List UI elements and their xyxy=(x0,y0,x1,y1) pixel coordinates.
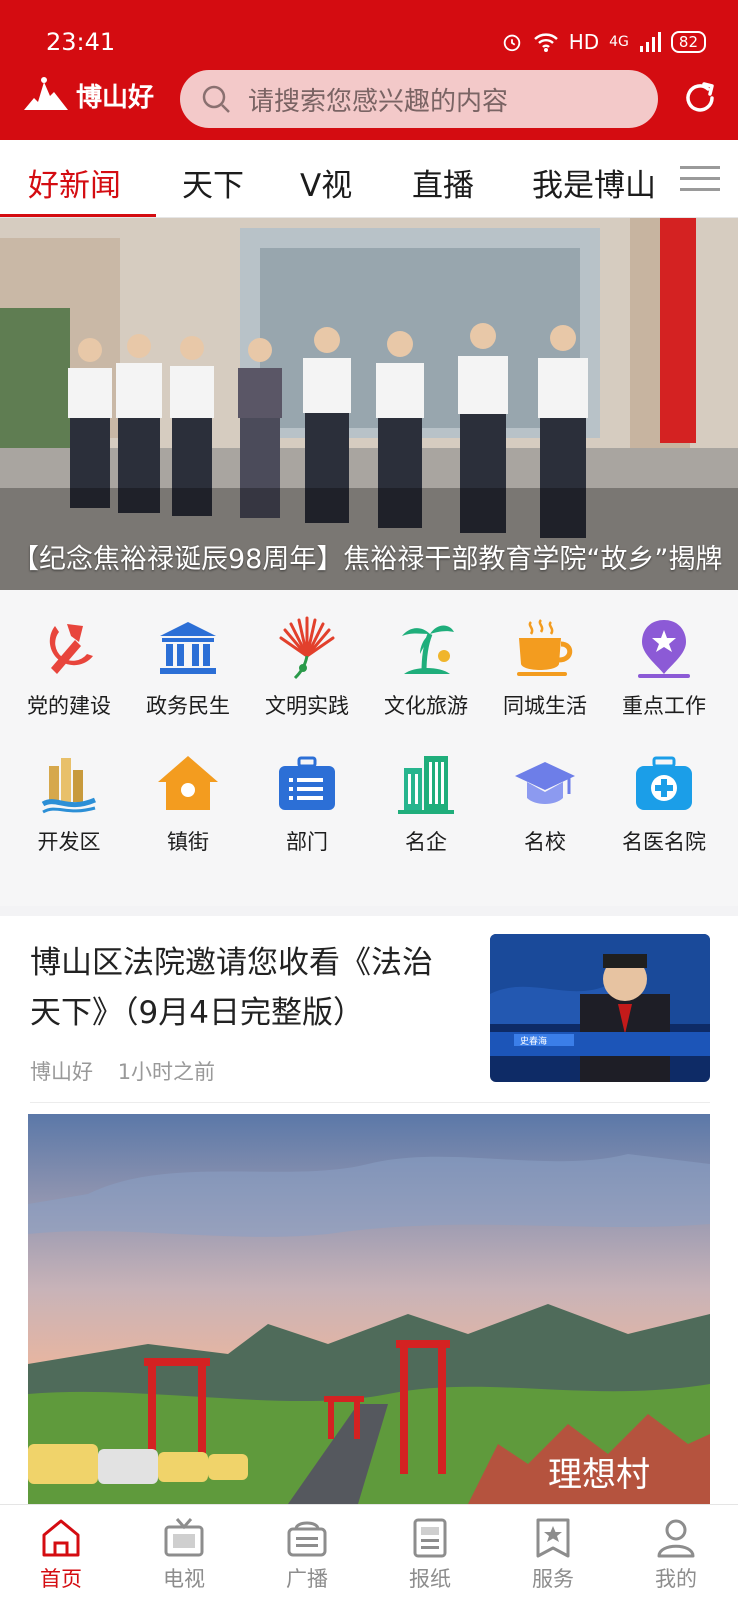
feature-image-photo: 理想村 xyxy=(28,1114,710,1504)
active-tab-indicator xyxy=(0,214,156,217)
grid-label: 名校 xyxy=(524,830,566,854)
civilization-icon xyxy=(279,616,335,680)
district-icon xyxy=(41,758,96,814)
grid-item-government[interactable]: 政务民生 xyxy=(127,616,249,720)
grid-label: 重点工作 xyxy=(622,694,706,718)
app-header: 23:41 HD 4G 82 博山好 请搜索您感兴趣的内容 xyxy=(0,0,738,140)
category-grid: 党的建设 政务民生 文明实践 文化旅游 同城生活 重点工作 开发区 镇街 部门 … xyxy=(0,590,738,906)
signal-type: 4G xyxy=(609,34,629,50)
hero-caption: 【纪念焦裕禄诞辰98周年】焦裕禄干部教育学院“故乡”揭牌 xyxy=(12,544,723,575)
grid-item-development-zone[interactable]: 开发区 xyxy=(8,752,130,856)
grid-label: 名医名院 xyxy=(622,830,706,854)
building-icon xyxy=(398,756,454,814)
news-thumbnail-image: 史春海 xyxy=(490,934,710,1082)
service-icon xyxy=(536,1518,570,1558)
status-icons: HD 4G 82 xyxy=(501,30,706,54)
nav-profile[interactable]: 我的 xyxy=(615,1515,737,1593)
feature-image[interactable]: 理想村 xyxy=(28,1114,710,1504)
grid-label: 政务民生 xyxy=(146,694,230,718)
grid-label: 党的建设 xyxy=(27,694,111,718)
grid-label: 部门 xyxy=(286,830,328,854)
search-bar[interactable]: 请搜索您感兴趣的内容 xyxy=(180,70,658,128)
home-icon xyxy=(42,1519,80,1557)
travel-icon xyxy=(402,625,454,674)
app-logo[interactable]: 博山好 xyxy=(22,76,154,114)
medical-icon xyxy=(636,756,692,810)
tab-live[interactable]: 直播 xyxy=(412,160,474,205)
coffee-icon xyxy=(517,619,573,676)
hero-image xyxy=(0,218,738,590)
logo-text: 博山好 xyxy=(76,82,155,113)
nav-label: 服务 xyxy=(532,1567,574,1591)
news-meta: 博山好 1小时之前 xyxy=(30,1056,233,1086)
wifi-icon xyxy=(533,33,558,52)
profile-icon xyxy=(657,1519,695,1558)
banner-text: 理想村 xyxy=(548,1456,650,1494)
grid-item-party[interactable]: 党的建设 xyxy=(8,616,130,720)
news-time: 1小时之前 xyxy=(117,1060,216,1084)
grid-item-department[interactable]: 部门 xyxy=(246,752,368,856)
grid-item-school[interactable]: 名校 xyxy=(484,752,606,856)
grid-label: 文明实践 xyxy=(265,694,349,718)
grid-item-town-street[interactable]: 镇街 xyxy=(127,752,249,856)
tab-i-am-boshan[interactable]: 我是博山 xyxy=(532,160,656,205)
nav-label: 首页 xyxy=(40,1567,82,1591)
government-icon xyxy=(160,622,216,674)
grid-item-enterprise[interactable]: 名企 xyxy=(365,752,487,856)
nav-tv[interactable]: 电视 xyxy=(123,1515,245,1593)
nav-service[interactable]: 服务 xyxy=(492,1515,614,1593)
refresh-icon[interactable] xyxy=(680,78,720,118)
nav-newspaper[interactable]: 报纸 xyxy=(369,1515,491,1593)
grid-label: 文化旅游 xyxy=(384,694,468,718)
location-icon xyxy=(638,620,690,678)
nav-label: 广播 xyxy=(286,1567,328,1591)
grid-item-civilization[interactable]: 文明实践 xyxy=(246,616,368,720)
signal-icon xyxy=(639,32,661,52)
grid-item-city-life[interactable]: 同城生活 xyxy=(484,616,606,720)
news-thumbnail[interactable]: 史春海 xyxy=(490,934,710,1082)
news-source: 博山好 xyxy=(30,1060,93,1084)
tab-world[interactable]: 天下 xyxy=(182,160,244,205)
briefcase-icon xyxy=(279,756,335,810)
mountain-logo-icon xyxy=(24,77,68,110)
tab-v-video[interactable]: V视 xyxy=(300,160,352,205)
bottom-navigation: 首页 电视 广播 报纸 服务 我的 xyxy=(0,1504,738,1600)
channel-menu-icon[interactable] xyxy=(680,164,720,194)
thumb-caption: 史春海 xyxy=(520,1035,547,1046)
nav-home[interactable]: 首页 xyxy=(0,1515,122,1593)
channel-tabs: 好新闻 天下 V视 直播 我是博山 xyxy=(0,140,738,218)
grid-item-medical[interactable]: 名医名院 xyxy=(603,752,725,856)
nav-radio[interactable]: 广播 xyxy=(246,1515,368,1593)
radio-icon xyxy=(287,1521,327,1557)
tab-good-news[interactable]: 好新闻 xyxy=(28,160,121,205)
grid-item-travel[interactable]: 文化旅游 xyxy=(365,616,487,720)
grid-item-key-work[interactable]: 重点工作 xyxy=(603,616,725,720)
battery-level: 82 xyxy=(670,31,706,53)
grid-label: 开发区 xyxy=(37,830,101,854)
tv-icon xyxy=(164,1518,204,1557)
news-divider xyxy=(30,1102,710,1103)
nav-label: 电视 xyxy=(163,1567,205,1591)
grid-label: 镇街 xyxy=(167,830,209,854)
alarm-icon xyxy=(503,34,520,52)
nav-label: 我的 xyxy=(655,1567,697,1591)
nav-label: 报纸 xyxy=(409,1567,451,1591)
grid-label: 名企 xyxy=(405,830,447,854)
party-icon xyxy=(49,624,93,674)
news-title[interactable]: 博山区法院邀请您收看《法治天下》（9月4日完整版） xyxy=(30,938,460,1038)
house-icon xyxy=(158,756,218,810)
status-bar: 23:41 HD 4G 82 xyxy=(46,28,706,62)
status-time: 23:41 xyxy=(46,28,116,56)
news-feed: 博山区法院邀请您收看《法治天下》（9月4日完整版） 博山好 1小时之前 史春海 xyxy=(0,916,738,1504)
grid-label: 同城生活 xyxy=(503,694,587,718)
network-type: HD xyxy=(568,30,600,54)
hero-banner[interactable]: 【纪念焦裕禄诞辰98周年】焦裕禄干部教育学院“故乡”揭牌 xyxy=(0,218,738,590)
graduation-icon xyxy=(515,762,575,804)
newspaper-icon xyxy=(413,1518,447,1558)
search-icon xyxy=(202,85,230,113)
search-placeholder: 请搜索您感兴趣的内容 xyxy=(248,86,509,117)
